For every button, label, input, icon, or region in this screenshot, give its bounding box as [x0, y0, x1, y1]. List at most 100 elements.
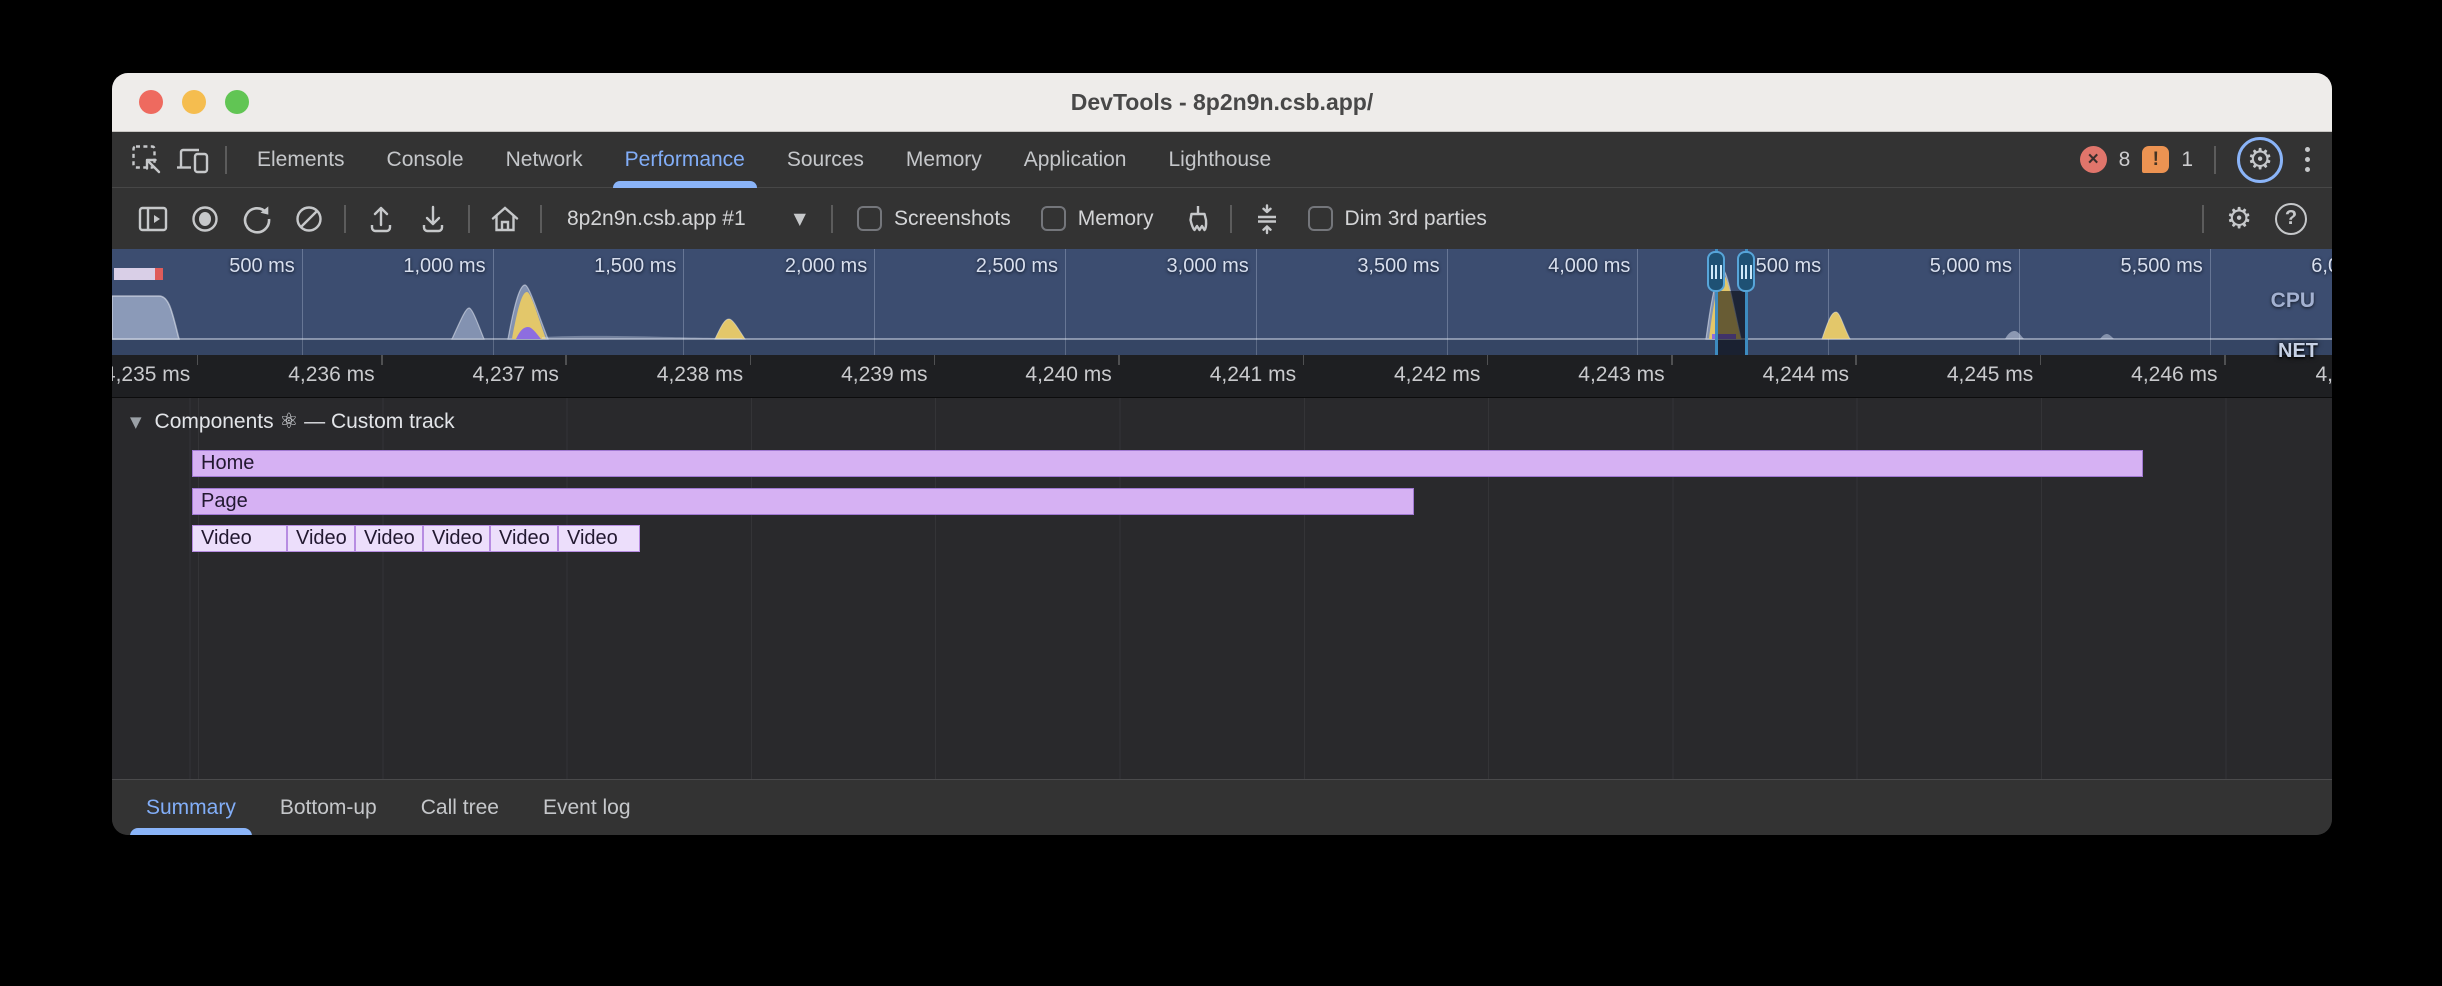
components-track-title: Components ⚛ — Custom track — [155, 409, 455, 434]
bottom-tabs: SummaryBottom-upCall treeEvent log — [124, 780, 653, 836]
components-track-header[interactable]: ▼ Components ⚛ — Custom track — [112, 398, 2332, 434]
separator — [468, 205, 470, 233]
tab-event-log[interactable]: Event log — [521, 780, 653, 836]
error-badge-icon[interactable]: × — [2080, 146, 2107, 173]
tab-performance[interactable]: Performance — [604, 132, 766, 188]
active-bottom-tab-underline — [130, 828, 252, 836]
tab-summary[interactable]: Summary — [124, 780, 258, 836]
disclosure-triangle-icon[interactable]: ▼ — [130, 413, 142, 431]
record-icon[interactable] — [182, 196, 228, 242]
timing-span-video[interactable]: Video — [287, 525, 355, 552]
tab-bottom-up[interactable]: Bottom-up — [258, 780, 399, 836]
active-tab-underline — [613, 181, 757, 188]
tab-memory[interactable]: Memory — [885, 132, 1003, 188]
reload-record-icon[interactable] — [234, 196, 280, 242]
timing-span-video[interactable]: Video — [423, 525, 490, 552]
ruler-label: 4,241 ms — [1120, 355, 1304, 387]
download-profile-icon[interactable] — [410, 196, 456, 242]
home-icon[interactable] — [482, 196, 528, 242]
error-count: 8 — [2119, 148, 2131, 172]
separator — [344, 205, 346, 233]
performance-toolbar: 8p2n9n.csb.app #1 ▼ Screenshots Memory — [112, 188, 2332, 249]
timing-span-video[interactable]: Video — [490, 525, 558, 552]
tab-sources[interactable]: Sources — [766, 132, 885, 188]
tab-elements[interactable]: Elements — [236, 132, 366, 188]
desktop-background: DevTools - 8p2n9n.csb.app/ ElementsConso… — [0, 0, 2442, 986]
upload-profile-icon[interactable] — [358, 196, 404, 242]
device-toolbar-icon[interactable] — [170, 137, 216, 183]
timeline-overview[interactable]: 500 ms1,000 ms1,500 ms2,000 ms2,500 ms3,… — [112, 249, 2332, 355]
time-ruler: 4,235 ms4,236 ms4,237 ms4,238 ms4,239 ms… — [112, 355, 2332, 398]
ruler-label: 4,235 ms — [112, 355, 198, 387]
timing-span-video[interactable]: Video — [192, 525, 287, 552]
close-window-button[interactable] — [139, 90, 163, 114]
separator — [1230, 205, 1232, 233]
dim-third-parties-checkbox-item[interactable]: Dim 3rd parties — [1308, 206, 1487, 231]
screenshots-checkbox-item[interactable]: Screenshots — [857, 206, 1011, 231]
main-tab-bar: ElementsConsoleNetworkPerformanceSources… — [112, 132, 2332, 188]
ruler-label: 4,242 ms — [1304, 355, 1488, 387]
bottom-tab-bar: SummaryBottom-upCall treeEvent log — [112, 779, 2332, 835]
ruler-label: 4,239 ms — [751, 355, 935, 387]
memory-checkbox-item[interactable]: Memory — [1041, 206, 1154, 231]
chevron-down-icon: ▼ — [794, 209, 806, 228]
ruler-label: 4,244 ms — [1673, 355, 1857, 387]
capture-settings-gear-icon[interactable]: ⚙ — [2216, 196, 2262, 242]
dim-third-parties-checkbox[interactable] — [1308, 206, 1333, 231]
overview-clip: 500 ms1,000 ms1,500 ms2,000 ms2,500 ms3,… — [112, 249, 2332, 355]
track-row: Page — [112, 488, 2332, 515]
devtools-window: DevTools - 8p2n9n.csb.app/ ElementsConso… — [112, 73, 2332, 835]
toolbar-right-group: ⚙ ? — [2193, 196, 2317, 242]
clear-icon[interactable] — [286, 196, 332, 242]
zoom-window-button[interactable] — [225, 90, 249, 114]
tab-application[interactable]: Application — [1003, 132, 1148, 188]
separator — [225, 146, 227, 174]
tab-network[interactable]: Network — [485, 132, 604, 188]
selection-right-handle[interactable] — [1737, 251, 1755, 292]
ruler-labels: 4,235 ms4,236 ms4,237 ms4,238 ms4,239 ms… — [112, 355, 2332, 387]
separator — [2214, 146, 2216, 174]
timing-span-home[interactable]: Home — [192, 450, 2143, 477]
separator — [540, 205, 542, 233]
track-row: Home — [112, 450, 2332, 477]
target-selector-value: 8p2n9n.csb.app #1 — [567, 207, 746, 231]
ruler-label: 4,243 ms — [1488, 355, 1672, 387]
screenshots-checkbox[interactable] — [857, 206, 882, 231]
issues-badge-icon[interactable]: ! — [2142, 146, 2169, 173]
settings-focus-ring: ⚙ — [2237, 137, 2283, 183]
minimize-window-button[interactable] — [182, 90, 206, 114]
net-lane-label: NET — [2278, 340, 2318, 363]
memory-checkbox[interactable] — [1041, 206, 1066, 231]
selection-left-handle[interactable] — [1707, 251, 1725, 292]
garbage-collect-icon[interactable] — [1172, 196, 1218, 242]
toggle-sidebar-icon[interactable] — [130, 196, 176, 242]
tab-console[interactable]: Console — [366, 132, 485, 188]
tab-call-tree[interactable]: Call tree — [399, 780, 521, 836]
ruler-label: 4,245 ms — [1857, 355, 2041, 387]
timing-span-video[interactable]: Video — [558, 525, 640, 552]
settings-gear-icon[interactable]: ⚙ — [2247, 145, 2273, 174]
ruler-label: 4,236 ms — [198, 355, 382, 387]
main-tabs: ElementsConsoleNetworkPerformanceSources… — [236, 132, 1292, 188]
ruler-label: 4,246 ms — [2041, 355, 2225, 387]
titlebar: DevTools - 8p2n9n.csb.app/ — [112, 73, 2332, 132]
target-selector-dropdown[interactable]: 8p2n9n.csb.app #1 ▼ — [551, 207, 822, 231]
track-area[interactable]: ▼ Components ⚛ — Custom track Home Page Vi… — [112, 398, 2332, 779]
ruler-label: 4,240 ms — [935, 355, 1119, 387]
timing-span-video[interactable]: Video — [355, 525, 423, 552]
dim-third-parties-label: Dim 3rd parties — [1345, 207, 1487, 231]
inspect-element-icon[interactable] — [124, 137, 170, 183]
more-options-icon[interactable] — [2295, 147, 2320, 172]
help-icon[interactable]: ? — [2268, 196, 2314, 242]
memory-label: Memory — [1078, 207, 1154, 231]
ruler-label: 4,237 ms — [383, 355, 567, 387]
ruler-label: 4,238 ms — [567, 355, 751, 387]
traffic-lights — [139, 73, 249, 131]
tab-lighthouse[interactable]: Lighthouse — [1147, 132, 1292, 188]
timing-span-page[interactable]: Page — [192, 488, 1414, 515]
track-row: VideoVideoVideoVideoVideoVideo — [112, 525, 2332, 552]
collapse-sections-icon[interactable] — [1244, 196, 1290, 242]
separator — [2202, 205, 2204, 233]
separator — [831, 205, 833, 233]
overview-activity-chart — [112, 249, 2332, 355]
